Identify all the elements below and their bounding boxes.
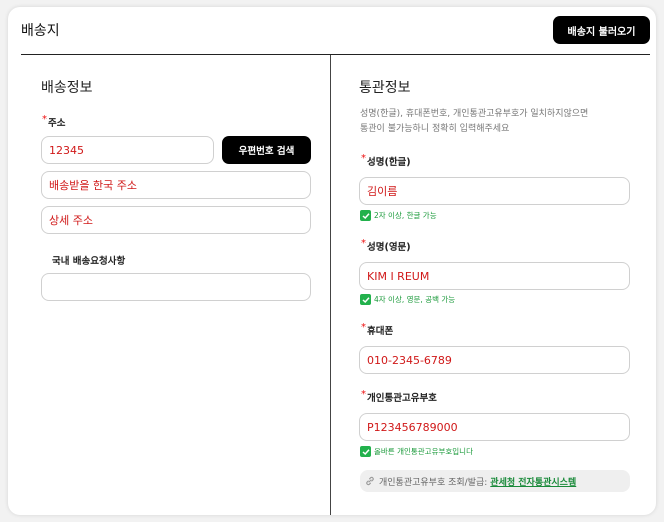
- required-mark: *: [361, 238, 366, 249]
- name-en-label: *성명(영문): [361, 238, 411, 253]
- required-mark: *: [361, 322, 366, 333]
- address-label: *주소: [42, 114, 66, 129]
- pccc-hint-text: 올바른 개인통관고유부호입니다: [374, 447, 473, 456]
- name-kr-hint: 2자 이상, 한글 가능: [360, 210, 437, 221]
- check-icon: [360, 446, 371, 457]
- shipping-section-title: 배송정보: [41, 80, 93, 96]
- name-en-input[interactable]: KIM I REUM: [359, 262, 630, 290]
- name-kr-label-text: 성명(한글): [367, 157, 411, 168]
- pccc-label: *개인통관고유부호: [361, 389, 437, 404]
- page-title: 배송지: [21, 23, 60, 39]
- customs-description-line-2: 통관이 불가능하니 정확히 입력해주세요: [360, 124, 510, 134]
- check-icon: [360, 210, 371, 221]
- phone-input[interactable]: 010-2345-6789: [359, 346, 630, 374]
- name-kr-hint-text: 2자 이상, 한글 가능: [374, 211, 437, 220]
- address-label-text: 주소: [48, 118, 66, 129]
- phone-label-text: 휴대폰: [367, 326, 394, 337]
- address-input[interactable]: 배송받을 한국 주소: [41, 171, 311, 199]
- required-mark: *: [361, 389, 366, 400]
- zipcode-input[interactable]: 12345: [41, 136, 214, 164]
- name-kr-input[interactable]: 김이름: [359, 177, 630, 205]
- zipcode-search-button[interactable]: 우편번호 검색: [222, 136, 311, 164]
- name-en-hint: 4자 이상, 영문, 공백 가능: [360, 294, 455, 305]
- customs-system-link[interactable]: 관세청 전자통관시스템: [490, 475, 576, 488]
- check-icon: [360, 294, 371, 305]
- delivery-request-input[interactable]: [41, 273, 311, 301]
- customs-description: 성명(한글), 휴대폰번호, 개인통관고유부호가 일치하지않으면 통관이 불가능…: [360, 107, 630, 137]
- lookup-text: 개인통관고유부호 조회/발급:: [379, 477, 488, 488]
- customs-section-title: 통관정보: [359, 80, 411, 96]
- delivery-request-label: 국내 배송요청사항: [52, 256, 126, 267]
- required-mark: *: [361, 153, 366, 164]
- pccc-input[interactable]: P123456789000: [359, 413, 630, 441]
- address-detail-input[interactable]: 상세 주소: [41, 206, 311, 234]
- load-address-button[interactable]: 배송지 불러오기: [553, 16, 650, 44]
- pccc-label-text: 개인통관고유부호: [367, 393, 437, 404]
- pccc-hint: 올바른 개인통관고유부호입니다: [360, 446, 473, 457]
- column-divider: [330, 55, 331, 515]
- name-en-hint-text: 4자 이상, 영문, 공백 가능: [374, 295, 456, 304]
- name-en-label-text: 성명(영문): [367, 242, 411, 253]
- name-kr-label: *성명(한글): [361, 153, 411, 168]
- pccc-lookup-bar: 개인통관고유부호 조회/발급: 관세청 전자통관시스템: [360, 470, 630, 492]
- shipping-card: 배송지 배송지 불러오기 배송정보 *주소 12345 우편번호 검색 배송받을…: [8, 7, 656, 515]
- customs-description-line-1: 성명(한글), 휴대폰번호, 개인통관고유부호가 일치하지않으면: [360, 109, 589, 119]
- required-mark: *: [42, 114, 47, 125]
- header-divider: [21, 54, 650, 55]
- link-icon: [365, 476, 375, 486]
- phone-label: *휴대폰: [361, 322, 394, 337]
